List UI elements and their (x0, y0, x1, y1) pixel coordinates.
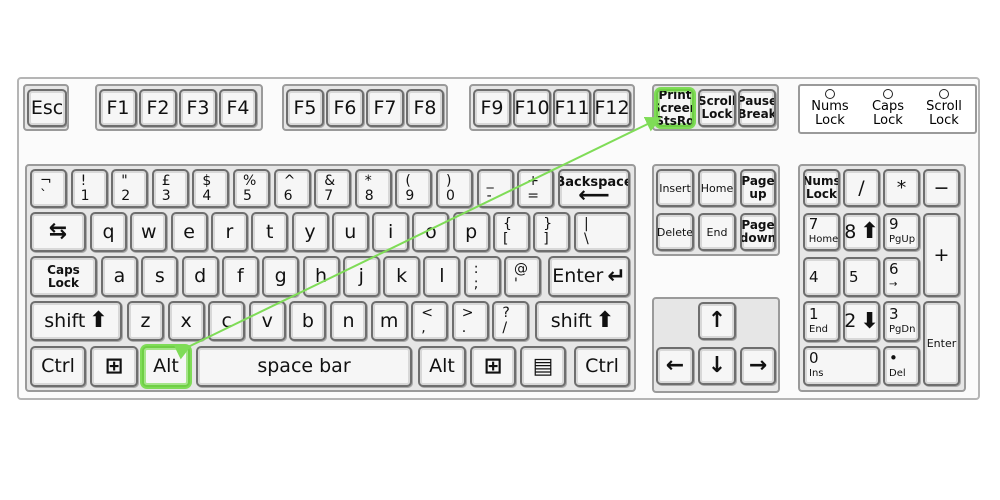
connector-arrow (173, 117, 662, 360)
connector-line (173, 117, 662, 360)
